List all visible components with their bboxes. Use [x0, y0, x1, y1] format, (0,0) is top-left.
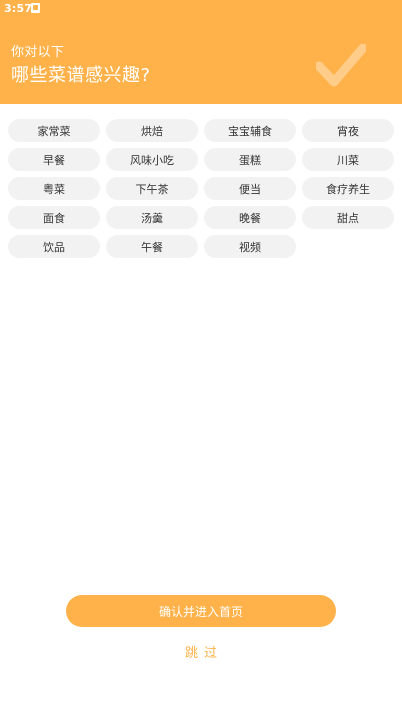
tag-item[interactable]: 汤羹 [106, 206, 198, 229]
tag-item[interactable]: 下午茶 [106, 177, 198, 200]
tag-item[interactable]: 川菜 [302, 148, 394, 171]
skip-button[interactable]: 跳过 [0, 642, 402, 661]
tag-item[interactable]: 宵夜 [302, 119, 394, 142]
tag-item[interactable]: 粤菜 [8, 177, 100, 200]
tag-item[interactable]: 家常菜 [8, 119, 100, 142]
tag-item[interactable]: 蛋糕 [204, 148, 296, 171]
tag-item[interactable]: 风味小吃 [106, 148, 198, 171]
confirm-button[interactable]: 确认并进入首页 [66, 595, 336, 627]
tag-item[interactable]: 午餐 [106, 235, 198, 258]
status-time: 3:57 [4, 2, 33, 15]
notification-icon [31, 3, 40, 13]
header: 3:57 你对以下 哪些菜谱感兴趣? [0, 0, 402, 104]
tag-item[interactable]: 面食 [8, 206, 100, 229]
tag-item[interactable]: 食疗养生 [302, 177, 394, 200]
tag-item[interactable]: 便当 [204, 177, 296, 200]
tag-item[interactable]: 甜点 [302, 206, 394, 229]
tag-item[interactable]: 饮品 [8, 235, 100, 258]
check-icon [316, 44, 366, 87]
page-title: 哪些菜谱感兴趣? [11, 65, 151, 86]
status-bar: 3:57 [0, 0, 402, 18]
header-subtitle: 你对以下 [11, 45, 65, 60]
tag-item[interactable]: 宝宝辅食 [204, 119, 296, 142]
tag-item[interactable]: 烘焙 [106, 119, 198, 142]
tag-item[interactable]: 早餐 [8, 148, 100, 171]
recipe-tag-grid: 家常菜 烘焙 宝宝辅食 宵夜 早餐 风味小吃 蛋糕 川菜 粤菜 下午茶 便当 食… [8, 119, 396, 258]
tag-item[interactable]: 视频 [204, 235, 296, 258]
tag-item[interactable]: 晚餐 [204, 206, 296, 229]
